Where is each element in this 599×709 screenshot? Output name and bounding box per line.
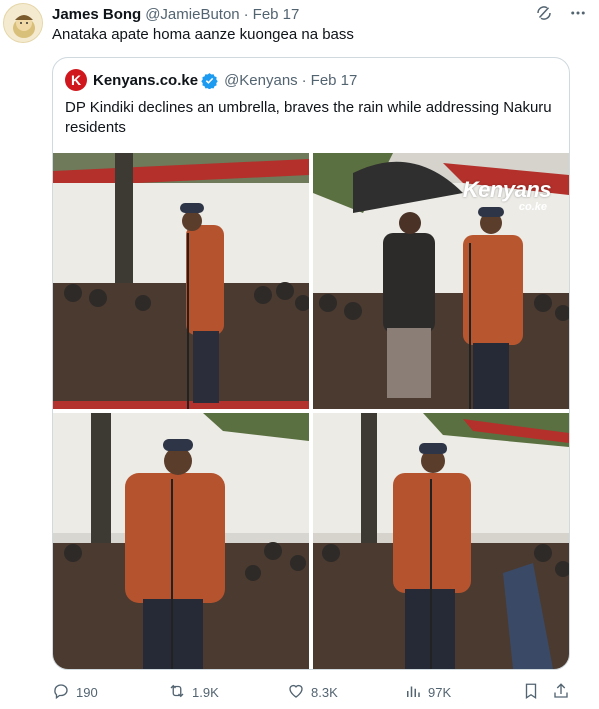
tweet-header: James Bong @JamieButon · Feb 17 (52, 4, 589, 24)
grok-icon[interactable] (535, 4, 553, 22)
separator-dot: · (243, 5, 249, 23)
tweet[interactable]: James Bong @JamieButon · Feb 17 Anataka … (0, 0, 599, 709)
photo-1[interactable] (53, 153, 309, 409)
share-button[interactable] (552, 682, 570, 702)
watermark-logo: Kenyans (462, 177, 552, 202)
quoted-tweet[interactable]: K Kenyans.co.ke @Kenyans · Feb 17 DP Kin… (52, 57, 570, 670)
quote-text: DP Kindiki declines an umbrella, braves … (65, 99, 552, 136)
repost-icon (168, 682, 186, 703)
repost-count: 1.9K (192, 684, 219, 700)
views-icon (404, 682, 422, 703)
views-button[interactable]: 97K (404, 682, 451, 702)
bookmark-button[interactable] (522, 682, 540, 702)
photo-4[interactable] (313, 413, 569, 669)
author-handle[interactable]: @JamieButon (145, 6, 239, 23)
author-name[interactable]: James Bong (52, 6, 141, 23)
share-icon (552, 682, 570, 703)
quote-separator-dot: · (301, 71, 307, 89)
bookmark-icon (522, 682, 540, 703)
more-icon[interactable] (569, 4, 587, 22)
photo-3[interactable] (53, 413, 309, 669)
repost-button[interactable]: 1.9K (168, 682, 219, 702)
action-bar: 190 1.9K 8.3K 97K (52, 682, 574, 702)
reply-button[interactable]: 190 (52, 682, 98, 702)
photo-2[interactable]: Kenyans co.ke (313, 153, 569, 409)
reply-count: 190 (76, 684, 98, 700)
reply-icon (52, 682, 70, 703)
quote-avatar[interactable]: K (65, 69, 87, 91)
heart-icon (287, 682, 305, 703)
watermark-sub: co.ke (518, 201, 547, 213)
quote-author-handle[interactable]: @Kenyans (224, 72, 298, 89)
tweet-date[interactable]: Feb 17 (253, 6, 300, 23)
quote-author-name[interactable]: Kenyans.co.ke (93, 72, 198, 89)
verified-badge-icon (201, 72, 218, 89)
avatar[interactable] (3, 3, 43, 43)
quote-header: K Kenyans.co.ke @Kenyans · Feb 17 (65, 69, 357, 91)
photo-grid: Kenyans co.ke (53, 153, 569, 669)
quote-date[interactable]: Feb 17 (311, 72, 358, 89)
views-count: 97K (428, 684, 452, 700)
like-count: 8.3K (311, 684, 338, 700)
tweet-text: Anataka apate homa aanze kuongea na bass (52, 26, 354, 43)
like-button[interactable]: 8.3K (287, 682, 338, 702)
header-actions (535, 4, 587, 22)
